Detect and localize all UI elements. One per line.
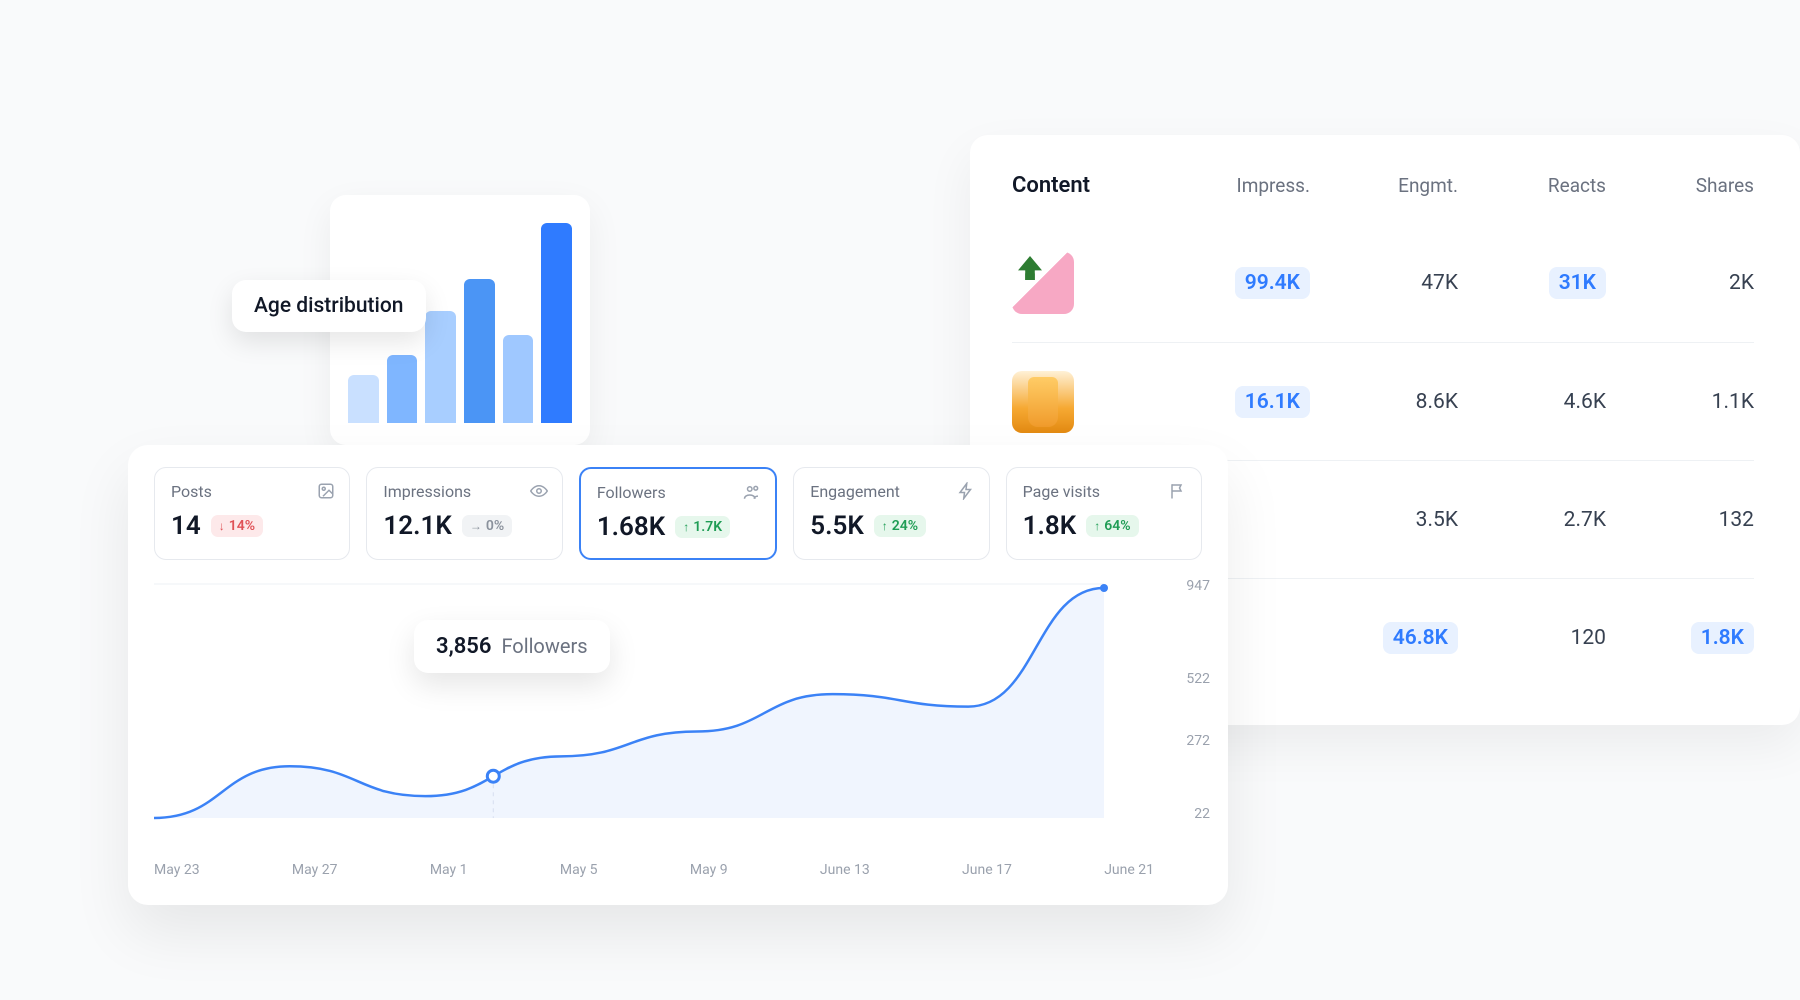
followers-line-chart: 94752227222 May 23May 27May 1May 5May 9J…	[154, 578, 1202, 878]
col-impress[interactable]: Impress.	[1162, 174, 1310, 197]
y-tick: 522	[1186, 671, 1210, 687]
chart-tooltip: 3,856 Followers	[414, 620, 610, 673]
age-bar	[503, 335, 534, 423]
stat-value: 12.1K	[383, 511, 451, 541]
content-table-header: Content Impress. Engmt. Reacts Shares	[1012, 173, 1754, 224]
x-tick: May 5	[560, 862, 598, 878]
cell-shares: 1.1K	[1606, 390, 1754, 414]
stat-label: Engagement	[810, 482, 972, 501]
image-icon	[317, 482, 335, 500]
age-bar	[425, 311, 456, 423]
cell-reacts: 120	[1458, 626, 1606, 650]
y-tick: 947	[1186, 578, 1210, 594]
age-distribution-title: Age distribution	[232, 280, 426, 332]
x-tick: May 27	[292, 862, 338, 878]
content-thumbnail[interactable]	[1012, 252, 1074, 314]
stats-card: Posts 14 ↓14% Impressions 12.1K →0% Followers 1…	[128, 445, 1228, 905]
cell-impress: 99.4K	[1162, 267, 1310, 299]
line-chart-svg	[154, 578, 1154, 838]
cell-reacts: 4.6K	[1458, 390, 1606, 414]
tooltip-value: 3,856	[436, 634, 491, 659]
x-tick: June 17	[962, 862, 1012, 878]
x-tick: May 9	[690, 862, 728, 878]
age-bar	[348, 375, 379, 423]
col-reacts[interactable]: Reacts	[1458, 174, 1606, 197]
x-tick: June 13	[820, 862, 870, 878]
cell-engmt: 3.5K	[1310, 508, 1458, 532]
x-tick: June 21	[1104, 862, 1154, 878]
cell-shares: 1.8K	[1606, 622, 1754, 654]
table-row[interactable]: 99.4K47K31K2K	[1012, 224, 1754, 342]
x-tick: May 1	[430, 862, 468, 878]
stat-delta: →0%	[462, 515, 512, 537]
tooltip-label: Followers	[501, 634, 587, 658]
eye-icon	[530, 482, 548, 500]
stat-delta: ↑64%	[1086, 515, 1138, 537]
cell-engmt: 8.6K	[1310, 390, 1458, 414]
stat-pagevisits[interactable]: Page visits 1.8K ↑64%	[1006, 467, 1202, 560]
content-title: Content	[1012, 173, 1162, 198]
cell-impress: 16.1K	[1162, 386, 1310, 418]
table-row[interactable]: 16.1K8.6K4.6K1.1K	[1012, 342, 1754, 460]
cell-reacts: 2.7K	[1458, 508, 1606, 532]
stat-delta: ↓14%	[211, 515, 263, 537]
age-bar	[541, 223, 572, 423]
people-icon	[743, 483, 761, 501]
x-tick: May 23	[154, 862, 200, 878]
col-engmt[interactable]: Engmt.	[1310, 174, 1458, 197]
stat-value: 14	[171, 511, 201, 541]
stat-value: 1.8K	[1023, 511, 1077, 541]
stat-posts[interactable]: Posts 14 ↓14%	[154, 467, 350, 560]
col-shares[interactable]: Shares	[1606, 174, 1754, 197]
flag-icon	[1169, 482, 1187, 500]
stat-followers[interactable]: Followers 1.68K ↑1.7K	[579, 467, 777, 560]
stat-delta: ↑24%	[874, 515, 926, 537]
stat-value: 5.5K	[810, 511, 864, 541]
y-tick: 272	[1186, 733, 1210, 749]
stat-delta: ↑1.7K	[675, 516, 730, 538]
stat-label: Page visits	[1023, 482, 1185, 501]
age-bar	[464, 279, 495, 423]
stat-impressions[interactable]: Impressions 12.1K →0%	[366, 467, 562, 560]
stat-label: Followers	[597, 483, 759, 502]
content-thumbnail[interactable]	[1012, 371, 1074, 433]
stat-value: 1.68K	[597, 512, 665, 542]
stat-engagement[interactable]: Engagement 5.5K ↑24%	[793, 467, 989, 560]
y-tick: 22	[1194, 806, 1210, 822]
cell-shares: 132	[1606, 508, 1754, 532]
stat-label: Posts	[171, 482, 333, 501]
cell-engmt: 47K	[1310, 271, 1458, 295]
bolt-icon	[957, 482, 975, 500]
cell-shares: 2K	[1606, 271, 1754, 295]
cell-engmt: 46.8K	[1310, 622, 1458, 654]
cell-reacts: 31K	[1458, 267, 1606, 299]
stat-label: Impressions	[383, 482, 545, 501]
age-bar	[387, 355, 418, 423]
